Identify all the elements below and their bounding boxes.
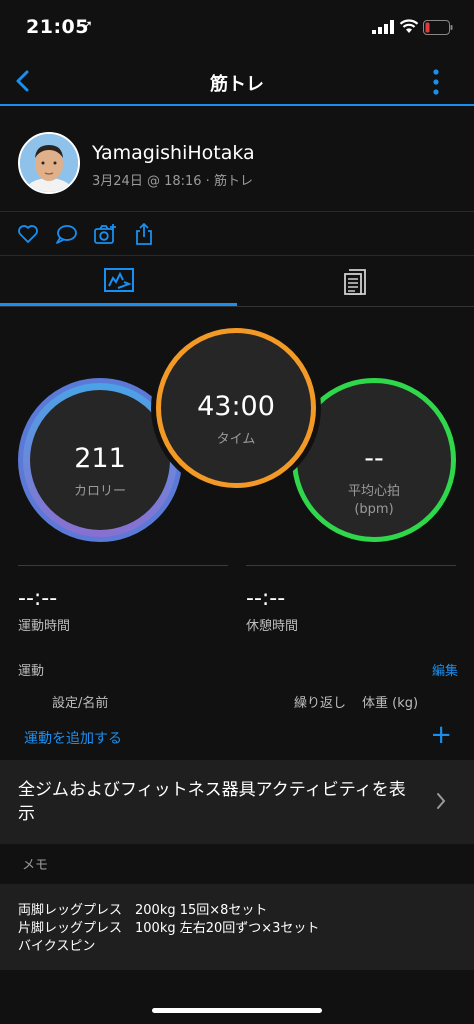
more-options-icon[interactable] <box>426 68 446 96</box>
tab-details[interactable] <box>237 256 474 306</box>
column-reps: 繰り返し <box>294 696 347 711</box>
activity-header: YamagishiHotaka 3月24日 @ 18:16 · 筋トレ <box>0 108 474 212</box>
activity-meta: 3月24日 @ 18:16 · 筋トレ <box>92 174 253 189</box>
comment-icon[interactable] <box>54 222 78 246</box>
share-icon[interactable] <box>132 222 156 246</box>
document-icon <box>344 269 366 295</box>
home-indicator[interactable] <box>152 1008 322 1013</box>
calories-label: カロリー <box>73 484 126 499</box>
workout-time-stat: --:-- 運動時間 <box>18 565 228 634</box>
memo-box: 両脚レッグプレス 200kg 15回×8セット 片脚レッグプレス 100kg 左… <box>0 884 474 970</box>
tab-bar <box>0 256 474 307</box>
heart-rate-ring: -- 平均心拍 (bpm) <box>292 378 456 542</box>
column-set-name: 設定/名前 <box>52 696 109 711</box>
time-label: タイム <box>216 432 256 447</box>
status-time: 21:05 <box>26 16 89 38</box>
add-exercise-plus-icon[interactable]: + <box>430 722 452 748</box>
rest-time-stat: --:-- 休憩時間 <box>246 565 456 634</box>
workout-time-value: --:-- <box>18 586 58 611</box>
time-stats: --:-- 運動時間 --:-- 休憩時間 <box>0 565 474 640</box>
stats-rings: 211 カロリー -- 平均心拍 (bpm) 43:00 タイム <box>0 310 474 550</box>
action-bar <box>0 212 474 256</box>
nav-bar: 筋トレ <box>0 56 474 106</box>
rest-time-label: 休憩時間 <box>246 619 299 634</box>
like-icon[interactable] <box>16 222 40 246</box>
battery-low-icon <box>423 20 453 35</box>
exercise-section: 運動 編集 設定/名前 繰り返し 体重 (kg) 運動を追加する + <box>0 650 474 760</box>
memo-line: バイクスピン <box>18 939 96 954</box>
edit-button[interactable]: 編集 <box>432 660 458 679</box>
location-icon: ➚ <box>82 18 93 33</box>
avatar-photo <box>20 134 78 192</box>
chart-icon <box>104 268 134 292</box>
tab-summary[interactable] <box>0 256 237 306</box>
user-name[interactable]: YamagishiHotaka <box>92 142 255 164</box>
memo-line: 両脚レッグプレス 200kg 15回×8セット <box>18 903 268 918</box>
view-all-activities-label: 全ジムおよびフィットネス器具アクティビティを表示 <box>18 780 406 824</box>
wifi-icon <box>399 19 419 33</box>
memo-heading: メモ <box>22 858 49 873</box>
rest-time-value: --:-- <box>246 586 286 611</box>
avatar[interactable] <box>18 132 80 194</box>
memo-line: 片脚レッグプレス 100kg 左右20回ずつ×3セット <box>18 921 320 936</box>
heart-rate-value: -- <box>364 443 384 474</box>
view-all-activities-row[interactable]: 全ジムおよびフィットネス器具アクティビティを表示 <box>0 760 474 844</box>
exercise-heading: 運動 <box>18 664 45 679</box>
workout-time-label: 運動時間 <box>18 619 71 634</box>
add-exercise-link[interactable]: 運動を追加する <box>24 728 122 748</box>
column-weight: 体重 (kg) <box>362 696 419 711</box>
chevron-right-icon <box>437 793 446 809</box>
page-title: 筋トレ <box>210 74 264 95</box>
status-bar: 21:05 ➚ <box>0 0 474 56</box>
add-photo-icon[interactable] <box>93 222 117 246</box>
cellular-signal-icon <box>372 20 394 34</box>
heart-rate-label: 平均心拍 <box>347 484 400 499</box>
calories-value: 211 <box>74 443 126 474</box>
time-value: 43:00 <box>197 391 275 422</box>
heart-rate-unit: (bpm) <box>354 502 394 517</box>
time-ring: 43:00 タイム <box>156 328 316 488</box>
